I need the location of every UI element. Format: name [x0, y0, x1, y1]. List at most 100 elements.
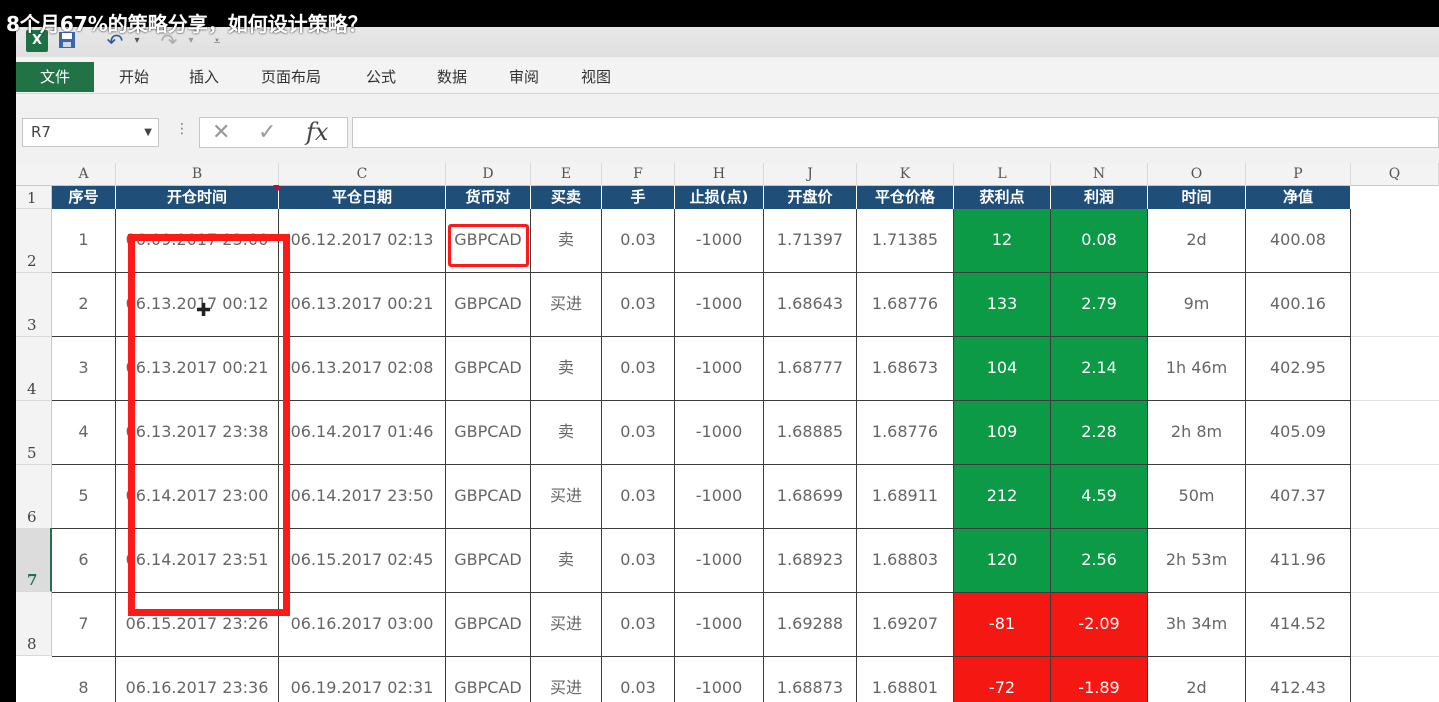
table-cell[interactable]: 1.68873 — [764, 657, 857, 702]
table-cell[interactable]: 407.37 — [1246, 465, 1351, 529]
table-cell[interactable]: 2d — [1148, 209, 1246, 273]
table-cell[interactable]: 109 — [954, 401, 1051, 465]
table-cell[interactable]: 2 — [52, 273, 116, 337]
row-header-1[interactable]: 1 — [16, 186, 52, 209]
table-cell[interactable]: 3 — [52, 337, 116, 401]
table-cell[interactable]: 0.03 — [602, 593, 675, 657]
table-cell[interactable]: -2.09 — [1051, 593, 1148, 657]
table-header-cell[interactable]: 获利点 — [954, 186, 1051, 209]
table-cell[interactable]: 买进 — [531, 273, 602, 337]
table-cell[interactable]: 3h 34m — [1148, 593, 1246, 657]
table-cell[interactable]: -1000 — [675, 657, 764, 702]
table-header-cell[interactable]: 平仓日期 — [279, 186, 446, 209]
table-cell[interactable]: 1.68776 — [857, 401, 954, 465]
cancel-icon[interactable]: ✕ — [212, 118, 230, 147]
table-cell[interactable]: 买进 — [531, 593, 602, 657]
table-cell[interactable]: 1h 46m — [1148, 337, 1246, 401]
tab-review[interactable]: 审阅 — [502, 62, 546, 92]
table-cell[interactable]: -1000 — [675, 337, 764, 401]
table-cell[interactable]: 1.68673 — [857, 337, 954, 401]
column-header-h[interactable]: H — [675, 163, 764, 186]
empty-cell[interactable] — [1351, 337, 1439, 401]
table-cell[interactable]: 2h 8m — [1148, 401, 1246, 465]
table-header-cell[interactable]: 平仓价格 — [857, 186, 954, 209]
table-cell[interactable]: 1.68777 — [764, 337, 857, 401]
column-header-c[interactable]: C — [279, 163, 446, 186]
table-cell[interactable]: 133 — [954, 273, 1051, 337]
insert-function-icon[interactable]: fx — [306, 118, 328, 147]
table-cell[interactable]: 2.79 — [1051, 273, 1148, 337]
chevron-down-icon[interactable]: ▼ — [144, 119, 152, 146]
table-cell[interactable]: GBPCAD — [446, 273, 531, 337]
table-header-cell[interactable]: 开盘价 — [764, 186, 857, 209]
table-cell[interactable]: 06.16.2017 23:36 — [116, 657, 279, 702]
table-cell[interactable]: 414.52 — [1246, 593, 1351, 657]
table-cell[interactable]: GBPCAD — [446, 465, 531, 529]
table-cell[interactable]: 12 — [954, 209, 1051, 273]
column-header-l[interactable]: L — [954, 163, 1051, 186]
table-cell[interactable]: GBPCAD — [446, 529, 531, 593]
table-cell[interactable]: 50m — [1148, 465, 1246, 529]
table-cell[interactable]: 0.03 — [602, 529, 675, 593]
table-header-cell[interactable]: 买卖 — [531, 186, 602, 209]
table-header-cell[interactable]: 净值 — [1246, 186, 1351, 209]
table-cell[interactable]: -1000 — [675, 593, 764, 657]
table-cell[interactable]: 2.28 — [1051, 401, 1148, 465]
table-cell[interactable]: -72 — [954, 657, 1051, 702]
table-cell[interactable]: GBPCAD — [446, 401, 531, 465]
column-header-n[interactable]: N — [1051, 163, 1148, 186]
table-cell[interactable]: 120 — [954, 529, 1051, 593]
table-cell[interactable]: -1000 — [675, 401, 764, 465]
table-cell[interactable]: 1.68801 — [857, 657, 954, 702]
table-cell[interactable]: 1 — [52, 209, 116, 273]
table-cell[interactable]: 1.68643 — [764, 273, 857, 337]
table-cell[interactable]: 2h 53m — [1148, 529, 1246, 593]
table-cell[interactable]: 买进 — [531, 465, 602, 529]
table-cell[interactable]: 402.95 — [1246, 337, 1351, 401]
table-cell[interactable]: 104 — [954, 337, 1051, 401]
empty-cell[interactable] — [1351, 273, 1439, 337]
table-cell[interactable]: -1000 — [675, 209, 764, 273]
table-cell[interactable]: 卖 — [531, 209, 602, 273]
table-cell[interactable]: 2d — [1148, 657, 1246, 702]
table-cell[interactable]: 1.71385 — [857, 209, 954, 273]
table-cell[interactable]: 411.96 — [1246, 529, 1351, 593]
table-cell[interactable]: 0.03 — [602, 337, 675, 401]
table-cell[interactable]: 1.69207 — [857, 593, 954, 657]
formula-input[interactable] — [352, 117, 1439, 148]
table-cell[interactable]: 0.03 — [602, 401, 675, 465]
table-cell[interactable]: 4 — [52, 401, 116, 465]
enter-icon[interactable]: ✓ — [258, 118, 276, 147]
table-cell[interactable]: 卖 — [531, 337, 602, 401]
table-cell[interactable]: 06.19.2017 02:31 — [279, 657, 446, 702]
table-cell[interactable]: 卖 — [531, 529, 602, 593]
table-cell[interactable]: 8 — [52, 657, 116, 702]
table-cell[interactable]: 412.43 — [1246, 657, 1351, 702]
table-header-cell[interactable]: 止损(点) — [675, 186, 764, 209]
table-header-cell[interactable]: 利润 — [1051, 186, 1148, 209]
table-cell[interactable]: 06.14.2017 23:50 — [279, 465, 446, 529]
table-header-cell[interactable]: 货币对 — [446, 186, 531, 209]
column-header-p[interactable]: P — [1246, 163, 1351, 186]
table-cell[interactable]: 0.03 — [602, 465, 675, 529]
table-cell[interactable]: GBPCAD — [446, 593, 531, 657]
table-cell[interactable]: 卖 — [531, 401, 602, 465]
column-header-o[interactable]: O — [1148, 163, 1246, 186]
table-cell[interactable]: 06.13.2017 00:21 — [279, 273, 446, 337]
table-header-cell[interactable]: 序号 — [52, 186, 116, 209]
table-cell[interactable]: 1.68885 — [764, 401, 857, 465]
table-cell[interactable]: 6 — [52, 529, 116, 593]
table-cell[interactable]: 1.68923 — [764, 529, 857, 593]
empty-cell[interactable] — [1351, 657, 1439, 702]
column-header-k[interactable]: K — [857, 163, 954, 186]
table-cell[interactable]: 1.68911 — [857, 465, 954, 529]
tab-home[interactable]: 开始 — [112, 62, 156, 92]
empty-cell[interactable] — [1351, 593, 1439, 657]
empty-cell[interactable] — [1351, 529, 1439, 593]
table-cell[interactable]: 0.03 — [602, 273, 675, 337]
table-cell[interactable]: 1.71397 — [764, 209, 857, 273]
table-cell[interactable]: 7 — [52, 593, 116, 657]
table-cell[interactable]: 0.03 — [602, 209, 675, 273]
table-cell[interactable]: 400.08 — [1246, 209, 1351, 273]
table-cell[interactable]: 2.56 — [1051, 529, 1148, 593]
